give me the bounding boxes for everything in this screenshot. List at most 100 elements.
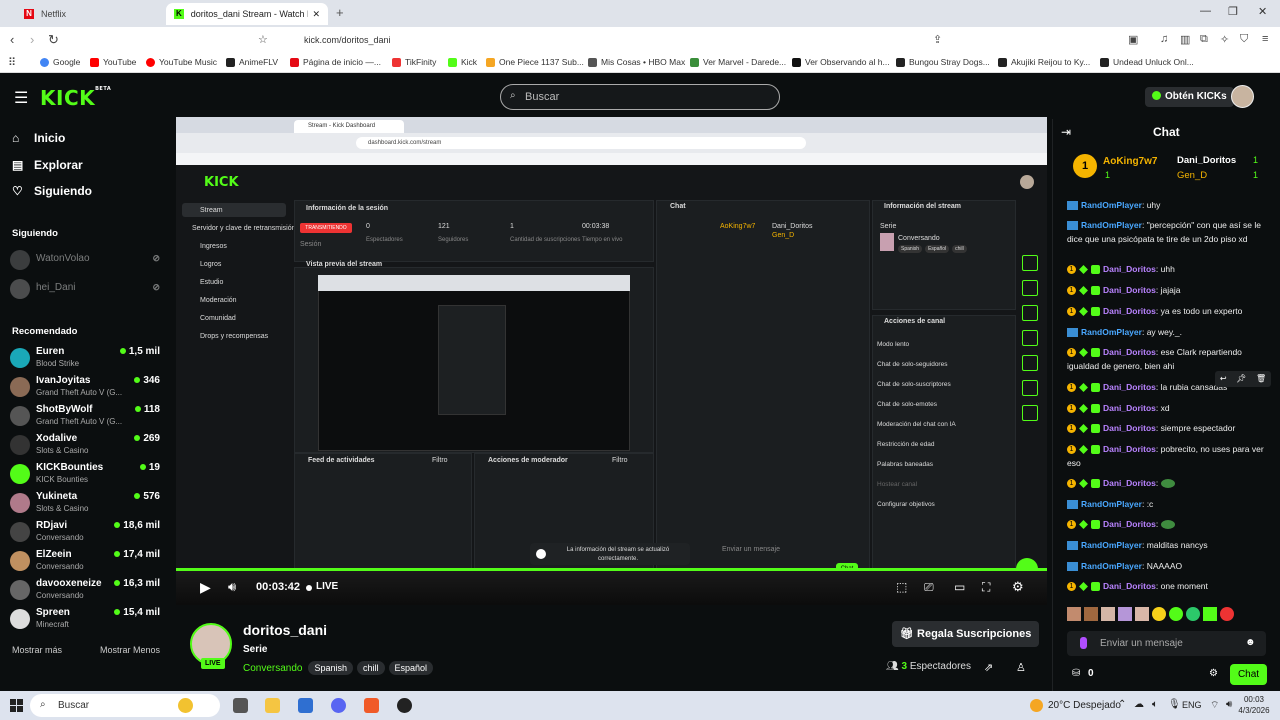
tag-chill[interactable]: chill bbox=[357, 661, 385, 675]
back-icon[interactable]: ‹ bbox=[10, 32, 14, 47]
nav-explorar[interactable]: ▤ Explorar bbox=[12, 158, 83, 172]
tab-kick-stream[interactable]: Kdoritos_dani Stream - Watch Live✕ bbox=[166, 3, 328, 25]
fullscreen-icon[interactable]: ⛶ bbox=[982, 580, 990, 595]
task-view-icon[interactable] bbox=[233, 698, 248, 713]
close-tab-icon[interactable]: ✕ bbox=[312, 9, 320, 20]
get-kicks-button[interactable]: Obtén KICKs bbox=[1145, 87, 1234, 107]
bookmark-marvel[interactable]: Ver Marvel - Darede... bbox=[690, 57, 786, 67]
chat-message[interactable]: RandOmPlayer: ay wey._. bbox=[1067, 325, 1272, 339]
recommended-channel[interactable]: ShotByWolf Grand Theft Auto V (G... 118 bbox=[10, 403, 166, 429]
settings-gear-icon[interactable]: ⚙ bbox=[1012, 579, 1024, 595]
chat-message[interactable]: 1 Dani_Doritos: jajaja bbox=[1067, 283, 1272, 297]
mic-tray-icon[interactable]: 🎙︎ bbox=[1168, 699, 1181, 710]
chat-message-input[interactable]: Enviar un mensaje bbox=[1067, 631, 1266, 656]
windows-start-icon[interactable] bbox=[10, 699, 23, 712]
top-gifter-2[interactable]: Dani_Doritos bbox=[1177, 155, 1236, 166]
menu-icon[interactable]: ≡ bbox=[1262, 33, 1268, 45]
obs-icon[interactable] bbox=[397, 698, 412, 713]
maximize-icon[interactable]: ❐ bbox=[1228, 5, 1238, 18]
chat-message[interactable]: 1 Dani_Doritos: bbox=[1067, 476, 1272, 490]
top-gifter-1[interactable]: AoKing7w7 bbox=[1103, 156, 1157, 167]
channel-name[interactable]: doritos_dani bbox=[243, 622, 327, 638]
wifi-icon[interactable]: ⌔ bbox=[1210, 699, 1219, 712]
top-gifter-3[interactable]: Gen_D bbox=[1177, 170, 1207, 181]
url-field[interactable]: kick.com/doritos_dani bbox=[272, 31, 996, 49]
bookmark-tikfinity[interactable]: TikFinity bbox=[392, 57, 436, 67]
bookmark-observando[interactable]: Ver Observando al h... bbox=[792, 57, 890, 67]
bookmark-youtube[interactable]: YouTube bbox=[90, 57, 136, 67]
vpn-icon[interactable]: ⛉ bbox=[1240, 33, 1248, 46]
category-link[interactable]: Conversando bbox=[243, 663, 302, 674]
volume-icon[interactable]: 🔊︎ bbox=[228, 579, 236, 595]
mic-icon[interactable] bbox=[1080, 637, 1087, 649]
apps-grid-icon[interactable]: ⠿ bbox=[8, 56, 16, 69]
user-avatar[interactable] bbox=[1231, 85, 1254, 108]
chat-message[interactable]: RandOmPlayer: "percepción" con que así s… bbox=[1067, 218, 1272, 246]
chat-message[interactable]: 1 Dani_Doritos: ese Clark repartiendo igu… bbox=[1067, 345, 1272, 373]
chat-message[interactable]: 1 Dani_Doritos: one moment bbox=[1067, 579, 1272, 593]
recommended-channel[interactable]: IvanJoyitas Grand Theft Auto V (G... 346 bbox=[10, 374, 166, 400]
chat-message[interactable]: 1 Dani_Doritos: siempre espectador bbox=[1067, 421, 1272, 435]
recommended-channel[interactable]: Euren Blood Strike 1,5 mil bbox=[10, 345, 166, 371]
collapse-chat-icon[interactable]: ⇥ bbox=[1061, 125, 1071, 139]
discord-icon[interactable] bbox=[331, 698, 346, 713]
file-explorer-icon[interactable] bbox=[265, 698, 280, 713]
leo-icon[interactable]: ✧ bbox=[1220, 33, 1229, 46]
bookmark-one-piece[interactable]: One Piece 1137 Sub... bbox=[486, 57, 584, 67]
search-input[interactable]: Buscar bbox=[500, 84, 780, 110]
tag-spanish[interactable]: Spanish bbox=[308, 661, 354, 675]
chat-message[interactable]: 1 Dani_Doritos: xd bbox=[1067, 401, 1272, 415]
recommended-channel[interactable]: Xodalive Slots & Casino 269 bbox=[10, 432, 166, 458]
tag-espanol[interactable]: Español bbox=[388, 661, 434, 675]
share-icon[interactable]: ⇪ bbox=[933, 33, 942, 46]
bookmark-google[interactable]: Google bbox=[40, 57, 80, 67]
recommended-channel[interactable]: ElZeein Conversando 17,4 mil bbox=[10, 548, 166, 574]
recommended-channel[interactable]: Yukineta Slots & Casino 576 bbox=[10, 490, 166, 516]
chat-message[interactable]: RandOmPlayer: malditas nancys bbox=[1067, 538, 1272, 552]
bookmark-icon[interactable]: ☆ bbox=[258, 33, 268, 46]
show-more-link[interactable]: Mostrar más bbox=[12, 645, 62, 655]
bookmark-kick[interactable]: Kick bbox=[448, 57, 477, 67]
reload-icon[interactable]: ↻ bbox=[48, 32, 59, 48]
language-indicator[interactable]: ENG bbox=[1182, 700, 1202, 710]
new-tab-button[interactable]: + bbox=[336, 5, 344, 20]
bookmark-akujiki[interactable]: Akujiki Reijou to Ky... bbox=[998, 57, 1090, 67]
share-stream-icon[interactable]: ⇗ bbox=[984, 661, 993, 674]
reply-icon[interactable]: ↩ bbox=[1220, 371, 1227, 387]
pin-icon[interactable]: 📌︎ bbox=[1236, 371, 1246, 387]
chat-send-button[interactable]: Chat bbox=[1230, 664, 1267, 685]
nav-inicio[interactable]: ⌂ Inicio bbox=[12, 131, 65, 145]
nav-siguiendo[interactable]: ♡ Siguiendo bbox=[12, 184, 92, 198]
bookmark-undead[interactable]: Undead Unluck Onl... bbox=[1100, 57, 1194, 67]
sidebar-icon[interactable]: ▥ bbox=[1180, 33, 1190, 46]
recommended-channel[interactable]: davooxeneize Conversando 16,3 mil bbox=[10, 577, 166, 603]
following-hei-dani[interactable]: hei_Dani ⊘ bbox=[10, 276, 166, 302]
chat-message[interactable]: 1 Dani_Doritos: bbox=[1067, 517, 1272, 531]
video-player[interactable]: Stream - Kick Dashboard dashboard.kick.c… bbox=[176, 117, 1047, 605]
emoji-icon[interactable]: ☻ bbox=[1245, 637, 1256, 648]
cast-icon[interactable]: ⎚ bbox=[924, 580, 934, 595]
recommended-channel[interactable]: RDjavi Conversando 18,6 mil bbox=[10, 519, 166, 545]
extensions-icon[interactable]: ⧉ bbox=[1200, 33, 1208, 46]
gift-subs-button[interactable]: 🎁︎ Regala Suscripciones bbox=[892, 621, 1040, 647]
recommended-channel[interactable]: Spreen Minecraft 15,4 mil bbox=[10, 606, 166, 632]
miniplayer-icon[interactable]: ▭ bbox=[954, 580, 965, 594]
media-icon[interactable]: ♫ bbox=[1160, 33, 1168, 45]
chat-message[interactable]: RandOmPlayer: uhy bbox=[1067, 198, 1272, 212]
bookmark-bungou[interactable]: Bungou Stray Dogs... bbox=[896, 57, 990, 67]
close-window-icon[interactable]: ✕ bbox=[1258, 5, 1267, 18]
tab-netflix[interactable]: N Netflix bbox=[16, 3, 166, 25]
chat-message[interactable]: 1 Dani_Doritos: ya es todo un experto bbox=[1067, 304, 1272, 318]
delete-icon[interactable]: 🗑︎ bbox=[1256, 371, 1266, 387]
recommended-channel[interactable]: KICKBounties KICK Bounties 19 bbox=[10, 461, 166, 487]
bookmark-animeflv[interactable]: AnimeFLV bbox=[226, 57, 278, 67]
volume-tray-icon[interactable]: 🔊︎ bbox=[1226, 699, 1232, 710]
weather-text[interactable]: 20°C Despejado bbox=[1048, 700, 1121, 711]
following-watonvolao[interactable]: WatonVolao ⊘ bbox=[10, 247, 166, 273]
store-icon[interactable] bbox=[298, 698, 313, 713]
speaker-tray-icon[interactable]: 🔈︎ bbox=[1152, 699, 1158, 710]
minimize-icon[interactable]: — bbox=[1200, 5, 1211, 17]
bookmark-youtube-music[interactable]: YouTube Music bbox=[146, 57, 217, 67]
forward-icon[interactable]: › bbox=[30, 32, 34, 47]
bookmark-hbo[interactable]: Mis Cosas • HBO Max bbox=[588, 57, 685, 67]
